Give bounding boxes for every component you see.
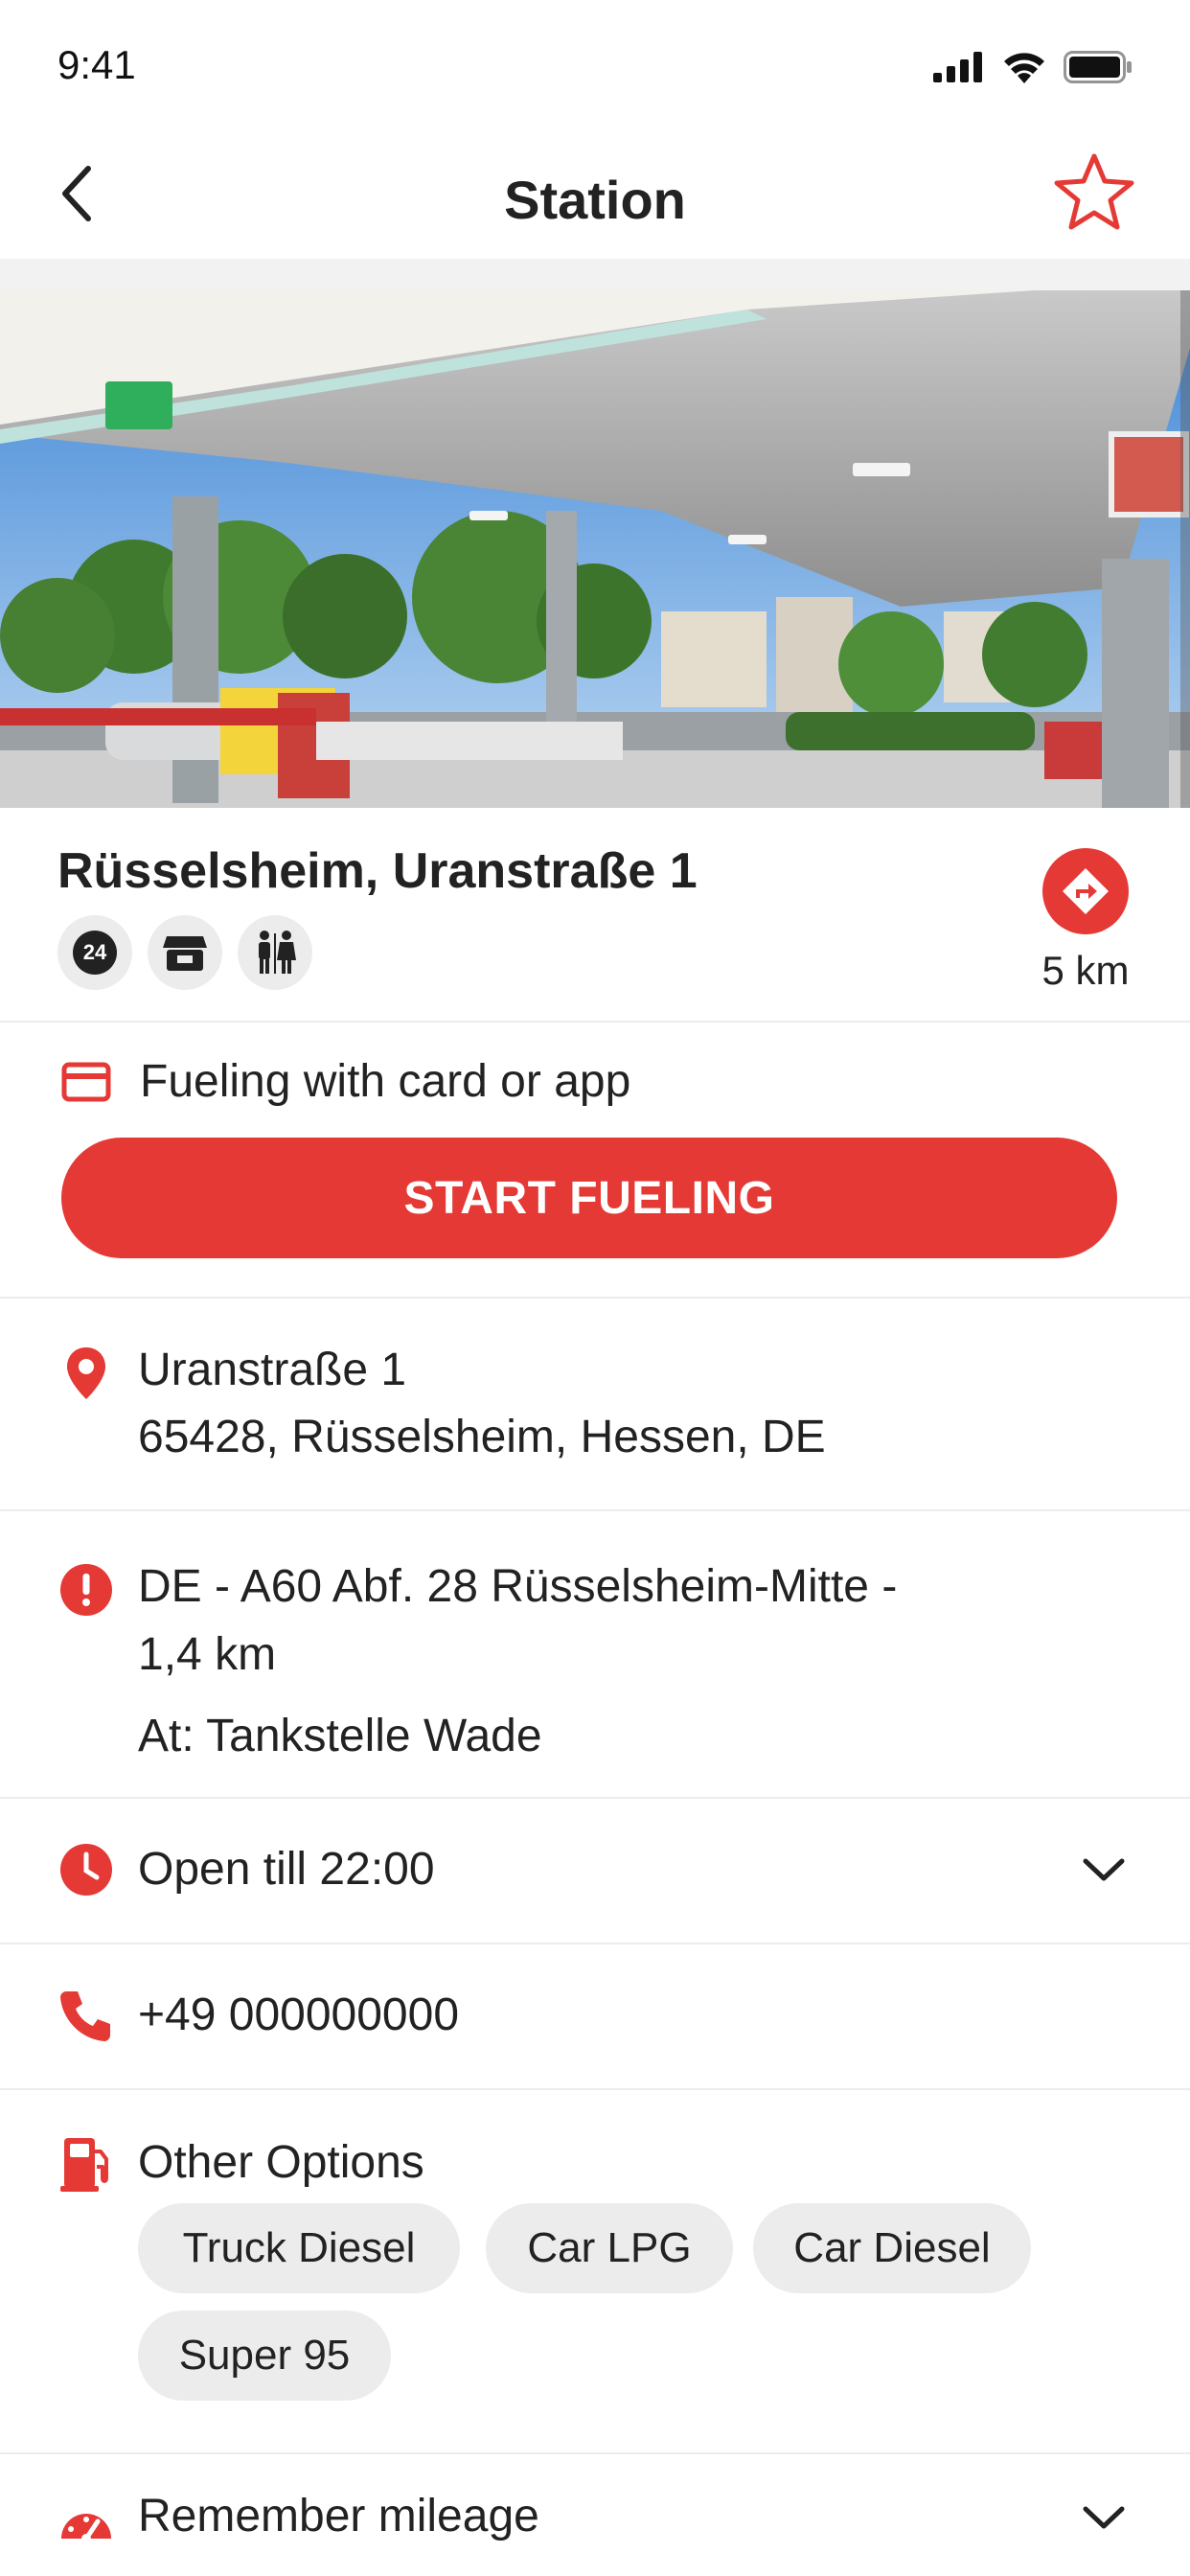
wifi-icon <box>1004 53 1044 83</box>
start-fueling-button[interactable]: START FUELING <box>61 1138 1117 1258</box>
shop-icon <box>163 936 207 971</box>
header-divider <box>0 259 1190 290</box>
expand-mileage-button[interactable] <box>1075 2489 1133 2546</box>
clock-icon <box>56 1839 117 1900</box>
24h-icon: 24 <box>73 931 117 975</box>
opening-hours-label: Open till 22:00 <box>138 1844 435 1895</box>
other-options-section: Other Options Truck Diesel Car LPG Car D… <box>0 2088 1190 2454</box>
directions-button[interactable] <box>1042 848 1129 934</box>
remember-mileage-row[interactable]: Remember mileage <box>0 2452 1190 2576</box>
distance-label: 5 km <box>1041 948 1130 993</box>
fuel-chip-car-diesel[interactable]: Car Diesel <box>753 2203 1031 2293</box>
fuel-pump-icon <box>56 2132 117 2194</box>
star-icon <box>1054 153 1134 230</box>
status-bar: 9:41 <box>0 0 1190 134</box>
status-icons <box>933 48 1133 86</box>
credit-card-icon <box>61 1062 111 1101</box>
chevron-down-icon <box>1083 2506 1125 2529</box>
page-title: Station <box>504 170 686 230</box>
amenity-24h: 24 <box>57 915 132 990</box>
fuel-chip-truck-diesel[interactable]: Truck Diesel <box>138 2203 460 2293</box>
phone-number[interactable]: +49 000000000 <box>138 1982 459 2049</box>
status-time: 9:41 <box>57 42 136 87</box>
fuel-chip-super-95[interactable]: Super 95 <box>138 2311 391 2401</box>
chevron-down-icon <box>1083 1858 1125 1881</box>
station-header: Rüsselsheim, Uranstraße 1 24 5 km <box>0 808 1190 1023</box>
address-line-2: 65428, Rüsselsheim, Hessen, DE <box>138 1412 826 1462</box>
favorite-button[interactable] <box>1046 144 1142 240</box>
location-note-line-2: 1,4 km <box>138 1629 277 1680</box>
address-line-1: Uranstraße 1 <box>138 1345 407 1395</box>
signal-icon <box>933 52 982 82</box>
amenity-list: 24 <box>57 915 312 990</box>
fueling-section: Fueling with card or app START FUELING <box>0 1021 1190 1299</box>
station-name: Rüsselsheim, Uranstraße 1 <box>57 843 698 899</box>
amenity-restroom <box>238 915 312 990</box>
remember-mileage-label: Remember mileage <box>138 2491 539 2542</box>
station-photo <box>0 290 1190 808</box>
fuel-chip-car-lpg[interactable]: Car LPG <box>486 2203 733 2293</box>
battery-icon <box>1064 51 1132 83</box>
alert-icon <box>56 1559 117 1621</box>
location-pin-icon <box>56 1343 117 1404</box>
speedometer-icon <box>56 2493 117 2554</box>
phone-icon <box>56 1985 117 2046</box>
location-note-section: DE - A60 Abf. 28 Rüsselsheim-Mitte - 1,4… <box>0 1509 1190 1799</box>
nav-bar: Station <box>0 134 1190 259</box>
other-options-title: Other Options <box>138 2137 424 2188</box>
expand-hours-button[interactable] <box>1075 1841 1133 1898</box>
location-note-line-1: DE - A60 Abf. 28 Rüsselsheim-Mitte - <box>138 1561 898 1612</box>
restroom-icon <box>259 931 296 974</box>
fueling-method-label: Fueling with card or app <box>140 1056 631 1107</box>
directions-icon <box>1063 868 1109 914</box>
address-section: Uranstraße 1 65428, Rüsselsheim, Hessen,… <box>0 1297 1190 1511</box>
opening-hours-row[interactable]: Open till 22:00 <box>0 1797 1190 1944</box>
location-note-at: At: Tankstelle Wade <box>138 1711 542 1761</box>
fueling-method: Fueling with card or app <box>61 1055 630 1108</box>
amenity-shop <box>148 915 222 990</box>
phone-row[interactable]: +49 000000000 <box>0 1943 1190 2090</box>
